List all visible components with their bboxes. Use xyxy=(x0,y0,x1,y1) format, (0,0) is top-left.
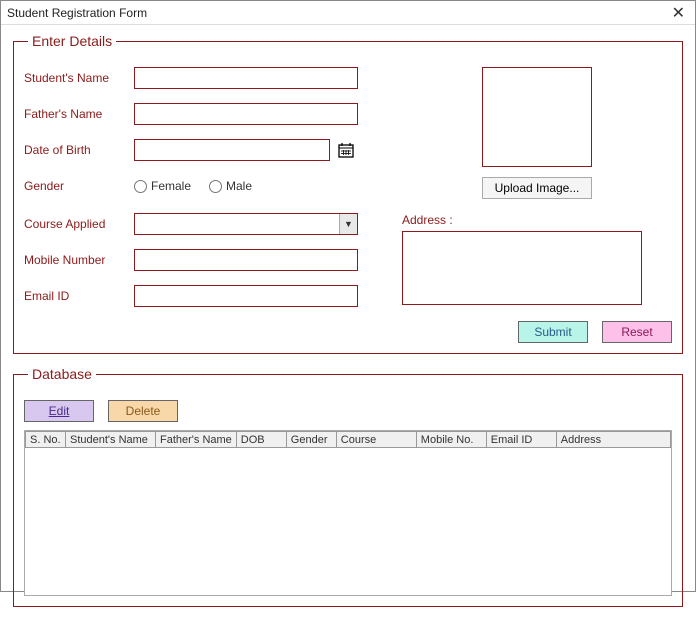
label-father-name: Father's Name xyxy=(24,107,134,121)
grid-header-row: S. No. Student's Name Father's Name DOB … xyxy=(26,432,671,448)
form-right-column: Upload Image... Address : xyxy=(402,67,672,311)
enter-details-group: Enter Details Student's Name Father's Na… xyxy=(13,33,683,354)
col-dob[interactable]: DOB xyxy=(236,432,286,448)
label-address: Address : xyxy=(402,213,672,227)
student-name-input[interactable] xyxy=(134,67,358,89)
delete-button[interactable]: Delete xyxy=(108,400,178,422)
photo-box xyxy=(482,67,592,167)
enter-details-legend: Enter Details xyxy=(28,33,116,49)
col-email[interactable]: Email ID xyxy=(486,432,556,448)
radio-female-input[interactable] xyxy=(134,180,147,193)
email-input[interactable] xyxy=(134,285,358,307)
col-gender[interactable]: Gender xyxy=(286,432,336,448)
father-name-input[interactable] xyxy=(134,103,358,125)
label-email: Email ID xyxy=(24,289,134,303)
label-course: Course Applied xyxy=(24,217,134,231)
radio-female-label: Female xyxy=(151,179,191,193)
close-icon[interactable]: ✕ xyxy=(668,3,689,23)
submit-button[interactable]: Submit xyxy=(518,321,588,343)
label-mobile: Mobile Number xyxy=(24,253,134,267)
upload-image-button[interactable]: Upload Image... xyxy=(482,177,592,199)
window-title: Student Registration Form xyxy=(7,6,147,20)
col-sno[interactable]: S. No. xyxy=(26,432,66,448)
radio-male-input[interactable] xyxy=(209,180,222,193)
radio-male-label: Male xyxy=(226,179,252,193)
label-dob: Date of Birth xyxy=(24,143,134,157)
col-father-name[interactable]: Father's Name xyxy=(156,432,237,448)
grid-body xyxy=(25,448,671,596)
content-area: Enter Details Student's Name Father's Na… xyxy=(1,25,695,631)
label-student-name: Student's Name xyxy=(24,71,134,85)
database-legend: Database xyxy=(28,366,96,382)
reset-button[interactable]: Reset xyxy=(602,321,672,343)
edit-button[interactable]: Edit xyxy=(24,400,94,422)
col-mobile[interactable]: Mobile No. xyxy=(416,432,486,448)
radio-female[interactable]: Female xyxy=(134,179,191,193)
radio-male[interactable]: Male xyxy=(209,179,252,193)
label-gender: Gender xyxy=(24,179,134,193)
window: Student Registration Form ✕ Enter Detail… xyxy=(0,0,696,592)
col-course[interactable]: Course xyxy=(336,432,416,448)
calendar-icon[interactable] xyxy=(336,140,356,160)
mobile-input[interactable] xyxy=(134,249,358,271)
col-address[interactable]: Address xyxy=(556,432,670,448)
database-group: Database Edit Delete S. No. Student's Na… xyxy=(13,366,683,607)
course-combo[interactable] xyxy=(134,213,358,235)
dob-input[interactable] xyxy=(134,139,330,161)
form-left-column: Student's Name Father's Name Date of Bir… xyxy=(24,67,384,311)
address-textarea[interactable] xyxy=(402,231,642,305)
data-grid[interactable]: S. No. Student's Name Father's Name DOB … xyxy=(24,430,672,596)
titlebar: Student Registration Form ✕ xyxy=(1,1,695,25)
col-student-name[interactable]: Student's Name xyxy=(66,432,156,448)
